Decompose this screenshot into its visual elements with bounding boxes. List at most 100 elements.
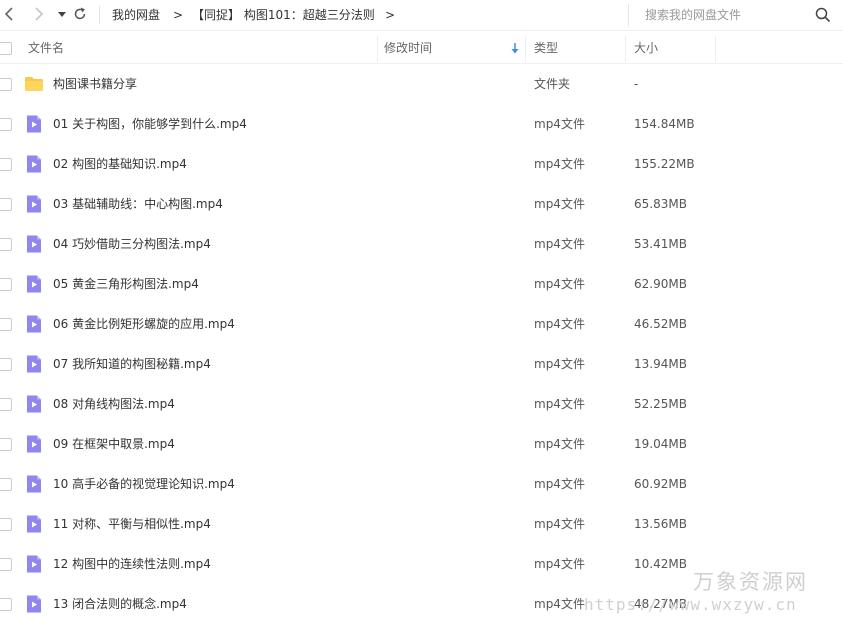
- file-size: 10.42MB: [634, 557, 687, 571]
- video-file-icon: [27, 235, 41, 253]
- column-divider[interactable]: [525, 36, 526, 62]
- file-row[interactable]: 08 对角线构图法.mp4 mp4文件 52.25MB: [0, 384, 843, 424]
- file-row[interactable]: 03 基础辅助线：中心构图.mp4 mp4文件 65.83MB: [0, 184, 843, 224]
- search-icon[interactable]: [814, 6, 832, 24]
- file-type: mp4文件: [534, 557, 585, 571]
- video-file-icon: [27, 115, 41, 133]
- file-type: mp4文件: [534, 357, 585, 371]
- select-all-checkbox[interactable]: [0, 42, 12, 55]
- file-name[interactable]: 构图课书籍分享: [53, 76, 137, 92]
- breadcrumb-separator: >: [173, 8, 184, 22]
- file-size: 65.83MB: [634, 197, 687, 211]
- file-size: 52.25MB: [634, 397, 687, 411]
- file-name[interactable]: 05 黄金三角形构图法.mp4: [53, 276, 199, 292]
- video-file-icon: [27, 475, 41, 493]
- file-type: mp4文件: [534, 117, 585, 131]
- file-size: 46.52MB: [634, 317, 687, 331]
- watermark-url: https://www.wxzyw.cn: [584, 595, 797, 614]
- video-file-icon: [27, 315, 41, 333]
- file-type: mp4文件: [534, 437, 585, 451]
- row-checkbox[interactable]: [0, 478, 12, 491]
- sort-descending-icon[interactable]: [510, 41, 520, 55]
- file-row[interactable]: 10 高手必备的视觉理论知识.mp4 mp4文件 60.92MB: [0, 464, 843, 504]
- column-header-type[interactable]: 类型: [534, 33, 558, 63]
- row-checkbox[interactable]: [0, 158, 12, 171]
- file-row[interactable]: 04 巧妙借助三分构图法.mp4 mp4文件 53.41MB: [0, 224, 843, 264]
- breadcrumb-root[interactable]: 我的网盘: [112, 7, 160, 23]
- row-checkbox[interactable]: [0, 118, 12, 131]
- row-checkbox[interactable]: [0, 238, 12, 251]
- file-row[interactable]: 05 黄金三角形构图法.mp4 mp4文件 62.90MB: [0, 264, 843, 304]
- row-checkbox[interactable]: [0, 518, 12, 531]
- forward-button[interactable]: [30, 5, 46, 23]
- file-row[interactable]: 02 构图的基础知识.mp4 mp4文件 155.22MB: [0, 144, 843, 184]
- file-row[interactable]: 06 黄金比例矩形螺旋的应用.mp4 mp4文件 46.52MB: [0, 304, 843, 344]
- history-dropdown-button[interactable]: [54, 5, 70, 23]
- file-name[interactable]: 01 关于构图，你能够学到什么.mp4: [53, 116, 247, 132]
- file-type: mp4文件: [534, 237, 585, 251]
- video-file-icon: [27, 275, 41, 293]
- file-list: 构图课书籍分享 文件夹 - 01 关于构图，你能够学到什么.mp4 mp4文件 …: [0, 64, 843, 624]
- file-size: -: [634, 77, 639, 91]
- file-name[interactable]: 09 在框架中取景.mp4: [53, 436, 175, 452]
- search-box: [628, 4, 834, 26]
- file-type: 文件夹: [534, 77, 571, 91]
- breadcrumb-current-folder[interactable]: 【同捉】 构图101：超越三分法则: [192, 7, 375, 23]
- search-input[interactable]: [645, 6, 805, 24]
- row-checkbox[interactable]: [0, 78, 12, 91]
- file-name[interactable]: 02 构图的基础知识.mp4: [53, 156, 187, 172]
- file-name[interactable]: 10 高手必备的视觉理论知识.mp4: [53, 476, 235, 492]
- row-checkbox[interactable]: [0, 598, 12, 611]
- file-size: 154.84MB: [634, 117, 695, 131]
- refresh-button[interactable]: [72, 5, 88, 23]
- file-row-folder[interactable]: 构图课书籍分享 文件夹 -: [0, 64, 843, 104]
- file-name[interactable]: 07 我所知道的构图秘籍.mp4: [53, 356, 211, 372]
- file-size: 60.92MB: [634, 477, 687, 491]
- breadcrumb-separator: >: [385, 8, 396, 22]
- file-type: mp4文件: [534, 517, 585, 531]
- folder-icon: [25, 77, 43, 91]
- file-name[interactable]: 06 黄金比例矩形螺旋的应用.mp4: [53, 316, 235, 332]
- file-size: 155.22MB: [634, 157, 695, 171]
- file-name[interactable]: 11 对称、平衡与相似性.mp4: [53, 516, 211, 532]
- row-checkbox[interactable]: [0, 198, 12, 211]
- file-name[interactable]: 03 基础辅助线：中心构图.mp4: [53, 196, 223, 212]
- column-divider[interactable]: [625, 36, 626, 62]
- column-header-size[interactable]: 大小: [634, 33, 658, 63]
- file-list-header: 文件名 修改时间 类型 大小: [0, 33, 843, 64]
- file-type: mp4文件: [534, 397, 585, 411]
- video-file-icon: [27, 155, 41, 173]
- column-divider[interactable]: [377, 36, 378, 62]
- column-header-modified[interactable]: 修改时间: [384, 33, 432, 63]
- file-name[interactable]: 12 构图中的连续性法则.mp4: [53, 556, 211, 572]
- watermark-title: 万象资源网: [693, 570, 808, 594]
- file-row[interactable]: 01 关于构图，你能够学到什么.mp4 mp4文件 154.84MB: [0, 104, 843, 144]
- file-type: mp4文件: [534, 197, 585, 211]
- file-type: mp4文件: [534, 157, 585, 171]
- column-header-name[interactable]: 文件名: [28, 33, 64, 63]
- video-file-icon: [27, 435, 41, 453]
- file-type: mp4文件: [534, 477, 585, 491]
- file-size: 13.94MB: [634, 357, 687, 371]
- video-file-icon: [27, 355, 41, 373]
- file-row[interactable]: 11 对称、平衡与相似性.mp4 mp4文件 13.56MB: [0, 504, 843, 544]
- row-checkbox[interactable]: [0, 398, 12, 411]
- file-name[interactable]: 13 闭合法则的概念.mp4: [53, 596, 187, 612]
- chevron-left-icon: [4, 7, 13, 21]
- file-row[interactable]: 07 我所知道的构图秘籍.mp4 mp4文件 13.94MB: [0, 344, 843, 384]
- row-checkbox[interactable]: [0, 558, 12, 571]
- file-name[interactable]: 08 对角线构图法.mp4: [53, 396, 175, 412]
- row-checkbox[interactable]: [0, 358, 12, 371]
- navigation-bar: 我的网盘 > 【同捉】 构图101：超越三分法则 >: [0, 0, 843, 31]
- row-checkbox[interactable]: [0, 438, 12, 451]
- file-row[interactable]: 09 在框架中取景.mp4 mp4文件 19.04MB: [0, 424, 843, 464]
- back-button[interactable]: [2, 5, 18, 23]
- row-checkbox[interactable]: [0, 278, 12, 291]
- file-size: 62.90MB: [634, 277, 687, 291]
- file-name[interactable]: 04 巧妙借助三分构图法.mp4: [53, 236, 211, 252]
- row-checkbox[interactable]: [0, 318, 12, 331]
- video-file-icon: [27, 515, 41, 533]
- video-file-icon: [27, 595, 41, 613]
- column-divider[interactable]: [715, 36, 716, 62]
- video-file-icon: [27, 555, 41, 573]
